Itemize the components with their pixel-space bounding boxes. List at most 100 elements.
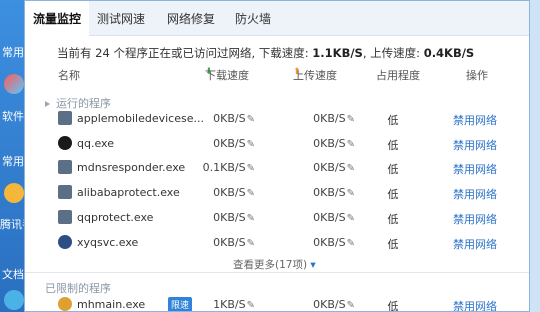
- upload-speed-value: 0KB/S: [313, 137, 346, 150]
- tab-speed-test[interactable]: 测试网速: [89, 1, 153, 35]
- app-icon: [58, 235, 72, 249]
- process-name: qqprotect.exe: [77, 211, 154, 224]
- edit-icon: ✎: [346, 114, 355, 125]
- process-name: alibabaprotect.exe: [77, 186, 180, 199]
- background-label: 软件: [2, 110, 24, 123]
- disable-network-link[interactable]: 禁用网络: [445, 161, 505, 177]
- edit-icon: ✎: [246, 300, 255, 311]
- edit-icon: ✎: [346, 188, 355, 199]
- column-action: 操作: [466, 69, 488, 82]
- divider: [25, 272, 529, 273]
- upload-speed[interactable]: 0KB/S✎: [275, 137, 355, 150]
- app-icon: [4, 290, 24, 310]
- download-speed[interactable]: 0KB/S✎: [175, 137, 255, 150]
- column-name: 名称: [58, 69, 80, 82]
- edit-icon: ✎: [346, 238, 355, 249]
- disable-network-link[interactable]: 禁用网络: [445, 186, 505, 202]
- summary-text: 当前有 24 个程序正在或已访问过网络, 下载速度:: [57, 46, 313, 60]
- app-icon: [58, 111, 72, 125]
- download-speed[interactable]: 0KB/S✎: [175, 112, 255, 125]
- table-row: alibabaprotect.exe 0KB/S✎ 0KB/S✎ 低 禁用网络: [25, 181, 529, 205]
- edit-icon: ✎: [246, 114, 255, 125]
- download-speed-value: 0KB/S: [213, 112, 246, 125]
- download-speed-value: 0.1KB/S: [202, 161, 246, 174]
- upload-speed[interactable]: 0KB/S✎: [275, 298, 355, 311]
- disable-network-link[interactable]: 禁用网络: [445, 211, 505, 227]
- download-speed[interactable]: 0KB/S✎: [175, 236, 255, 249]
- app-icon: [58, 185, 72, 199]
- edit-icon: ✎: [246, 163, 255, 174]
- traffic-summary: 当前有 24 个程序正在或已访问过网络, 下载速度: 1.1KB/S, 上传速度…: [57, 45, 474, 61]
- process-name: mdnsresponder.exe: [77, 161, 186, 174]
- usage-level: 低: [387, 188, 399, 201]
- process-name: qq.exe: [77, 137, 114, 150]
- app-icon: [58, 297, 72, 311]
- edit-icon: ✎: [346, 163, 355, 174]
- tab-network-repair[interactable]: 网络修复: [159, 1, 223, 35]
- usage-level: 低: [387, 238, 399, 251]
- upload-speed[interactable]: 0KB/S✎: [275, 186, 355, 199]
- background-label: 常用: [2, 46, 24, 59]
- column-upload-label: 上传速度: [293, 69, 337, 82]
- download-speed[interactable]: 0KB/S✎: [175, 211, 255, 224]
- upload-speed-value: 0KB/S: [313, 211, 346, 224]
- edit-icon: ✎: [246, 139, 255, 150]
- background-label: 常用: [2, 155, 24, 168]
- download-speed[interactable]: 0.1KB/S✎: [175, 161, 255, 174]
- disable-network-link[interactable]: 禁用网络: [445, 112, 505, 128]
- upload-speed[interactable]: 0KB/S✎: [275, 112, 355, 125]
- edit-icon: ✎: [246, 213, 255, 224]
- background-label: 文档: [2, 268, 24, 281]
- chevron-down-icon: ▾: [310, 259, 316, 271]
- download-speed-value: 0KB/S: [213, 236, 246, 249]
- process-name: mhmain.exe: [77, 298, 146, 311]
- upload-speed-value: 0KB/S: [313, 236, 346, 249]
- table-row: qq.exe 0KB/S✎ 0KB/S✎ 低 禁用网络: [25, 132, 529, 156]
- disable-network-link[interactable]: 禁用网络: [445, 298, 505, 311]
- traffic-monitor-panel: 流量监控 测试网速 网络修复 防火墙 当前有 24 个程序正在或已访问过网络, …: [24, 0, 530, 312]
- usage-level: 低: [387, 300, 399, 312]
- edit-icon: ✎: [246, 188, 255, 199]
- download-speed[interactable]: 0KB/S✎: [175, 186, 255, 199]
- app-icon: [4, 183, 24, 203]
- qq-penguin-icon: [58, 136, 72, 150]
- column-download-label: 下载速度: [205, 69, 249, 82]
- show-more-link[interactable]: 查看更多(17项) ▾: [233, 257, 316, 272]
- disable-network-link[interactable]: 禁用网络: [445, 236, 505, 252]
- edit-icon: ✎: [246, 238, 255, 249]
- usage-level: 低: [387, 163, 399, 176]
- table-row: applemobiledevicese... 0KB/S✎ 0KB/S✎ 低 禁…: [25, 107, 529, 131]
- download-speed-value: 1KB/S: [213, 298, 246, 311]
- edit-icon: ✎: [346, 213, 355, 224]
- download-speed-total: 1.1KB/S: [312, 46, 363, 60]
- tab-traffic-monitor[interactable]: 流量监控: [25, 1, 89, 36]
- upload-speed[interactable]: 0KB/S✎: [275, 236, 355, 249]
- disable-network-link[interactable]: 禁用网络: [445, 137, 505, 153]
- table-row: mdnsresponder.exe 0.1KB/S✎ 0KB/S✎ 低 禁用网络: [25, 156, 529, 180]
- table-row: xyqsvc.exe 0KB/S✎ 0KB/S✎ 低 禁用网络: [25, 231, 529, 255]
- app-icon: [58, 210, 72, 224]
- upload-speed-total: 0.4KB/S: [423, 46, 475, 60]
- show-more-label: 查看更多(17项): [233, 259, 308, 271]
- tab-bar: 流量监控 测试网速 网络修复 防火墙: [25, 1, 529, 36]
- process-name: xyqsvc.exe: [77, 236, 139, 249]
- upload-speed[interactable]: 0KB/S✎: [275, 161, 355, 174]
- download-speed-value: 0KB/S: [213, 137, 246, 150]
- tab-firewall[interactable]: 防火墙: [225, 1, 281, 35]
- download-speed-value: 0KB/S: [213, 186, 246, 199]
- background-app-strip: 常用 软件 常用 腾讯手 文档: [0, 0, 33, 312]
- table-header: 名称 ⬇ 下载速度 ⬆ 上传速度 占用程度 操作: [25, 67, 529, 85]
- background-right-edge: [530, 0, 540, 312]
- edit-icon: ✎: [346, 300, 355, 311]
- column-level: 占用程度: [376, 69, 420, 82]
- download-speed[interactable]: 1KB/S✎: [175, 298, 255, 311]
- upload-speed-value: 0KB/S: [313, 298, 346, 311]
- upload-speed[interactable]: 0KB/S✎: [275, 211, 355, 224]
- summary-text: , 上传速度:: [362, 46, 424, 60]
- upload-speed-value: 0KB/S: [313, 161, 346, 174]
- app-icon: [4, 74, 24, 94]
- edit-icon: ✎: [346, 139, 355, 150]
- usage-level: 低: [387, 114, 399, 127]
- usage-level: 低: [387, 139, 399, 152]
- upload-speed-value: 0KB/S: [313, 112, 346, 125]
